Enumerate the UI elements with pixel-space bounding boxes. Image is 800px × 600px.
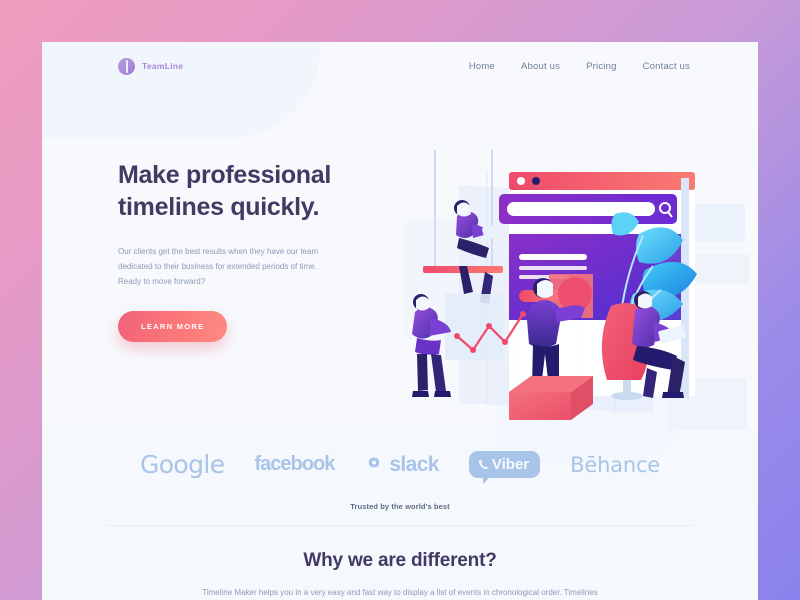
trusted-caption: Trusted by the world's best <box>350 502 450 511</box>
learn-more-button[interactable]: LEARN MORE <box>118 311 228 343</box>
viber-logo: Viber <box>468 451 541 484</box>
site-header: TeamLine Home About us Pricing Contact u… <box>42 42 758 90</box>
hero-title-line-2: timelines quickly. <box>118 192 320 221</box>
nav-item-contact-us[interactable]: Contact us <box>643 61 690 72</box>
hero-subtitle: Our clients get the best results when th… <box>118 247 319 286</box>
nav-item-home[interactable]: Home <box>469 61 495 72</box>
page-title: Make professional timelines quickly. <box>118 160 378 223</box>
hero-text-block: Make professional timelines quickly. Our… <box>118 160 378 343</box>
brand-name: TeamLine <box>142 61 184 71</box>
main-navigation: Home About us Pricing Contact us <box>469 61 690 72</box>
why-section-body: Timeline Maker helps you in a very easy … <box>202 588 598 597</box>
landing-page-card: TeamLine Home About us Pricing Contact u… <box>42 42 758 600</box>
facebook-logo: facebook <box>254 453 336 475</box>
why-section-title: Why we are different? <box>303 550 497 571</box>
nav-item-pricing[interactable]: Pricing <box>586 61 616 72</box>
nav-item-about-us[interactable]: About us <box>521 61 560 72</box>
search-input-field <box>507 202 655 216</box>
section-divider <box>108 525 692 526</box>
client-logo-strip: Google facebook slack Viber Bēhance <box>42 450 758 484</box>
google-logo: Google <box>139 450 225 479</box>
why-section: Why we are different? Timeline Maker hel… <box>42 550 758 600</box>
slack-label: slack <box>389 452 439 476</box>
hero-title-line-1: Make professional <box>118 161 332 189</box>
viber-label: Viber <box>491 456 530 473</box>
behance-logo: Bēhance <box>570 452 661 477</box>
slack-logo: slack <box>364 453 439 477</box>
circle-logo-icon <box>118 57 135 75</box>
slack-hash-icon <box>368 456 380 468</box>
brand-logo[interactable]: TeamLine <box>118 57 184 75</box>
teamwork-browser-illustration <box>397 142 757 432</box>
viber-phone-icon <box>478 459 488 470</box>
